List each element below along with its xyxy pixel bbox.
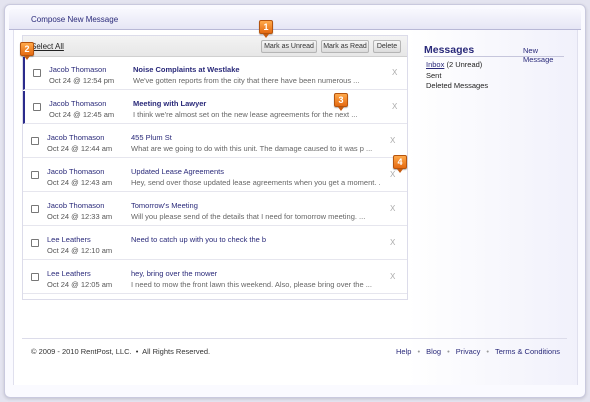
message-row[interactable]: Jacob Thomason Oct 24 @ 12:54 pm Noise Com… bbox=[23, 57, 407, 90]
copyright-text: © 2009 - 2010 RentPost, LLC. • All Right… bbox=[31, 347, 210, 356]
message-checkbox[interactable] bbox=[31, 273, 39, 281]
message-preview: What are we going to do with this unit. … bbox=[131, 144, 373, 153]
mark-as-unread-button[interactable]: Mark as Unread bbox=[261, 40, 317, 53]
message-date: Oct 24 @ 12:44 am bbox=[47, 144, 113, 153]
message-date: Oct 24 @ 12:10 am bbox=[47, 246, 113, 255]
sidebar-divider bbox=[424, 56, 564, 57]
inbox-label: Inbox bbox=[426, 60, 445, 69]
select-all-link[interactable]: Select All bbox=[31, 42, 64, 51]
message-list-panel: Select All Mark as Unread Mark as Read D… bbox=[22, 35, 408, 300]
footer-link-terms[interactable]: Terms & Conditions bbox=[495, 347, 560, 356]
callout-badge-3: 3 bbox=[334, 93, 348, 111]
copyright-label: © 2009 - 2010 RentPost, LLC. bbox=[31, 347, 132, 356]
message-row[interactable]: Jacob Thomason Oct 24 @ 12:45 am Meeting w… bbox=[23, 91, 407, 124]
message-checkbox[interactable] bbox=[31, 137, 39, 145]
message-date: Oct 24 @ 12:33 am bbox=[47, 212, 113, 221]
message-sender[interactable]: Jacob Thomason bbox=[47, 133, 104, 142]
message-preview: I need to mow the front lawn this weeken… bbox=[131, 280, 372, 289]
callout-badge-2: 2 bbox=[20, 42, 34, 60]
compose-new-message-link[interactable]: Compose New Message bbox=[31, 15, 118, 24]
top-nav-bar: Compose New Message bbox=[9, 9, 581, 30]
sidebar-item-sent[interactable]: Sent bbox=[426, 71, 441, 80]
message-subject[interactable]: Tomorrow's Meeting bbox=[131, 201, 198, 210]
footer-link-privacy[interactable]: Privacy bbox=[456, 347, 481, 356]
message-subject[interactable]: Meeting with Lawyer bbox=[133, 99, 206, 108]
inbox-unread-count: (2 Unread) bbox=[446, 60, 483, 69]
message-preview: I think we're almost set on the new leas… bbox=[133, 110, 358, 119]
message-checkbox[interactable] bbox=[33, 69, 41, 77]
message-row[interactable]: Jacob Thomason Oct 24 @ 12:33 am Tomorrow'… bbox=[23, 193, 407, 226]
message-row[interactable]: Jacob Thomason Oct 24 @ 12:44 am 455 Plum … bbox=[23, 125, 407, 158]
callout-badge-1: 1 bbox=[259, 20, 273, 38]
footer-link-blog[interactable]: Blog bbox=[426, 347, 441, 356]
new-message-link[interactable]: New Message bbox=[523, 46, 564, 64]
sidebar-title: Messages bbox=[424, 44, 475, 56]
message-preview: We've gotten reports from the city that … bbox=[133, 76, 360, 85]
message-subject[interactable]: Need to catch up with you to check the b bbox=[131, 235, 266, 244]
message-subject[interactable]: 455 Plum St bbox=[131, 133, 172, 142]
sidebar-item-deleted[interactable]: Deleted Messages bbox=[426, 81, 488, 90]
message-row[interactable]: Lee Leathers Oct 24 @ 12:10 am Need to cat… bbox=[23, 227, 407, 260]
message-row[interactable]: Lee Leathers Oct 24 @ 12:05 am hey, bring … bbox=[23, 261, 407, 294]
delete-message-icon[interactable]: X bbox=[390, 204, 395, 213]
footer-links: Help • Blog • Privacy • Terms & Conditio… bbox=[396, 347, 560, 356]
message-sender[interactable]: Jacob Thomason bbox=[47, 167, 104, 176]
delete-message-icon[interactable]: X bbox=[392, 102, 397, 111]
message-checkbox[interactable] bbox=[31, 171, 39, 179]
message-checkbox[interactable] bbox=[33, 103, 41, 111]
message-sender[interactable]: Lee Leathers bbox=[47, 235, 91, 244]
message-toolbar: Select All Mark as Unread Mark as Read D… bbox=[23, 36, 407, 57]
rights-label: All Rights Reserved. bbox=[142, 347, 211, 356]
message-sender[interactable]: Jacob Thomason bbox=[47, 201, 104, 210]
message-date: Oct 24 @ 12:43 am bbox=[47, 178, 113, 187]
footer-separator: • bbox=[417, 347, 421, 356]
message-date: Oct 24 @ 12:05 am bbox=[47, 280, 113, 289]
message-preview: Hey, send over those updated lease agree… bbox=[131, 178, 381, 187]
delete-message-icon[interactable]: X bbox=[390, 136, 395, 145]
message-sender[interactable]: Lee Leathers bbox=[47, 269, 91, 278]
message-subject[interactable]: hey, bring over the mower bbox=[131, 269, 217, 278]
message-row[interactable]: Jacob Thomason Oct 24 @ 12:43 am Updated L… bbox=[23, 159, 407, 192]
delete-message-icon[interactable]: X bbox=[390, 238, 395, 247]
footer-separator: • bbox=[133, 347, 143, 356]
message-checkbox[interactable] bbox=[31, 205, 39, 213]
message-date: Oct 24 @ 12:45 am bbox=[49, 110, 115, 119]
delete-button[interactable]: Delete bbox=[373, 40, 401, 53]
footer-separator: • bbox=[486, 347, 489, 356]
message-subject[interactable]: Noise Complaints at Westlake bbox=[133, 65, 240, 74]
footer-link-help[interactable]: Help bbox=[396, 347, 411, 356]
delete-message-icon[interactable]: X bbox=[390, 272, 395, 281]
message-preview: Will you please send of the details that… bbox=[131, 212, 366, 221]
message-sender[interactable]: Jacob Thomason bbox=[49, 99, 106, 108]
delete-message-icon[interactable]: X bbox=[392, 68, 397, 77]
footer-divider bbox=[22, 338, 567, 339]
mark-as-read-button[interactable]: Mark as Read bbox=[321, 40, 369, 53]
message-subject[interactable]: Updated Lease Agreements bbox=[131, 167, 224, 176]
footer-separator: • bbox=[447, 347, 450, 356]
delete-message-icon[interactable]: X bbox=[390, 170, 395, 179]
sidebar-item-inbox[interactable]: Inbox (2 Unread) bbox=[426, 60, 482, 69]
message-date: Oct 24 @ 12:54 pm bbox=[49, 76, 115, 85]
message-sender[interactable]: Jacob Thomason bbox=[49, 65, 106, 74]
message-checkbox[interactable] bbox=[31, 239, 39, 247]
callout-badge-4: 4 bbox=[393, 155, 407, 173]
